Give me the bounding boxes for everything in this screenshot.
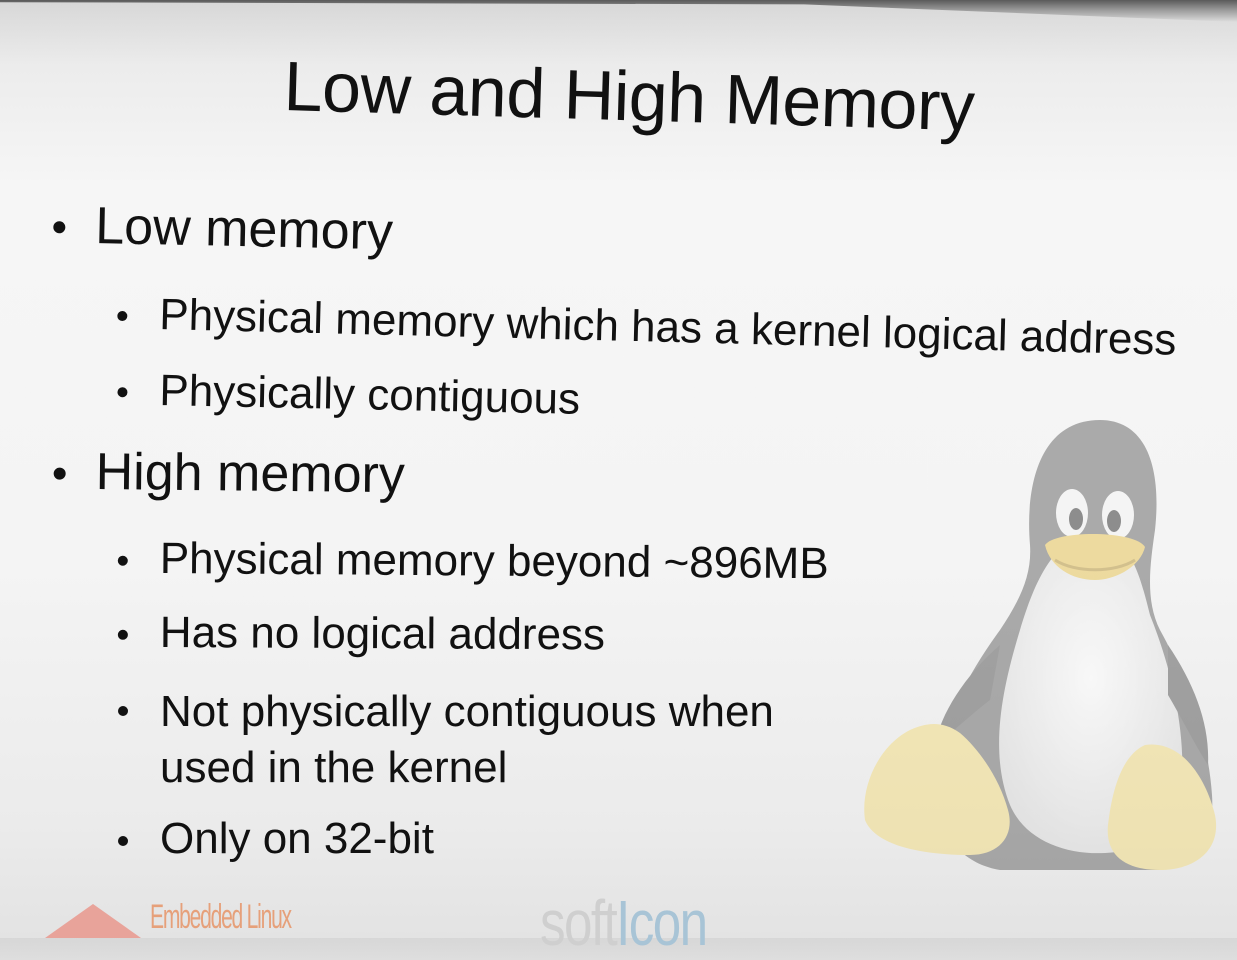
- bullet-list: Low memory Physical memory which has a k…: [0, 0, 1237, 938]
- sub-bullet-physically-contiguous: Physically contiguous: [117, 366, 581, 425]
- bullet-dot: [118, 836, 128, 846]
- sub-bullet-no-logical-address: Has no logical address: [117, 608, 606, 660]
- sub-bullet-text: Physical memory which has a kernel logic…: [158, 290, 1178, 365]
- embedded-linux-logo: Embedded Linux: [40, 896, 360, 938]
- bullet-dot: [117, 629, 128, 640]
- bullet-dot: [117, 310, 128, 322]
- bullet-dot: [117, 387, 128, 398]
- bullet-text: High memory: [95, 442, 406, 505]
- bullet-high-memory: High memory: [53, 442, 406, 505]
- bullet-dot: [118, 706, 128, 716]
- bullet-dot: [53, 221, 66, 234]
- logo-text-a: soft: [540, 887, 618, 959]
- logo-text: Embedded Linux: [150, 898, 292, 936]
- sub-bullet-text: Only on 32-bit: [160, 814, 434, 863]
- bullet-dot: [53, 467, 66, 480]
- sub-bullet-text: Not physically contiguous when: [160, 687, 774, 736]
- bullet-dot: [117, 555, 128, 566]
- sub-bullet-text: Physical memory beyond ~896MB: [159, 534, 829, 589]
- logo-triangle-icon: [45, 904, 141, 938]
- logo-text-b: Icon: [616, 887, 708, 959]
- sub-bullet-text: Has no logical address: [159, 608, 606, 660]
- sub-bullet-only-32-bit: Only on 32-bit: [118, 814, 434, 864]
- bullet-low-memory: Low memory: [53, 196, 394, 262]
- bullet-text: Low memory: [94, 196, 394, 262]
- sub-bullet-text: Physically contiguous: [158, 366, 581, 424]
- sub-bullet-kernel-logical-address: Physical memory which has a kernel logic…: [117, 290, 1178, 366]
- sub-bullet-beyond-896mb: Physical memory beyond ~896MB: [117, 534, 829, 589]
- softicon-logo: softIcon: [540, 886, 708, 960]
- sub-bullet-not-contiguous: Not physically contiguous when used in t…: [118, 684, 774, 796]
- sub-bullet-text-continued: used in the kernel: [160, 743, 508, 792]
